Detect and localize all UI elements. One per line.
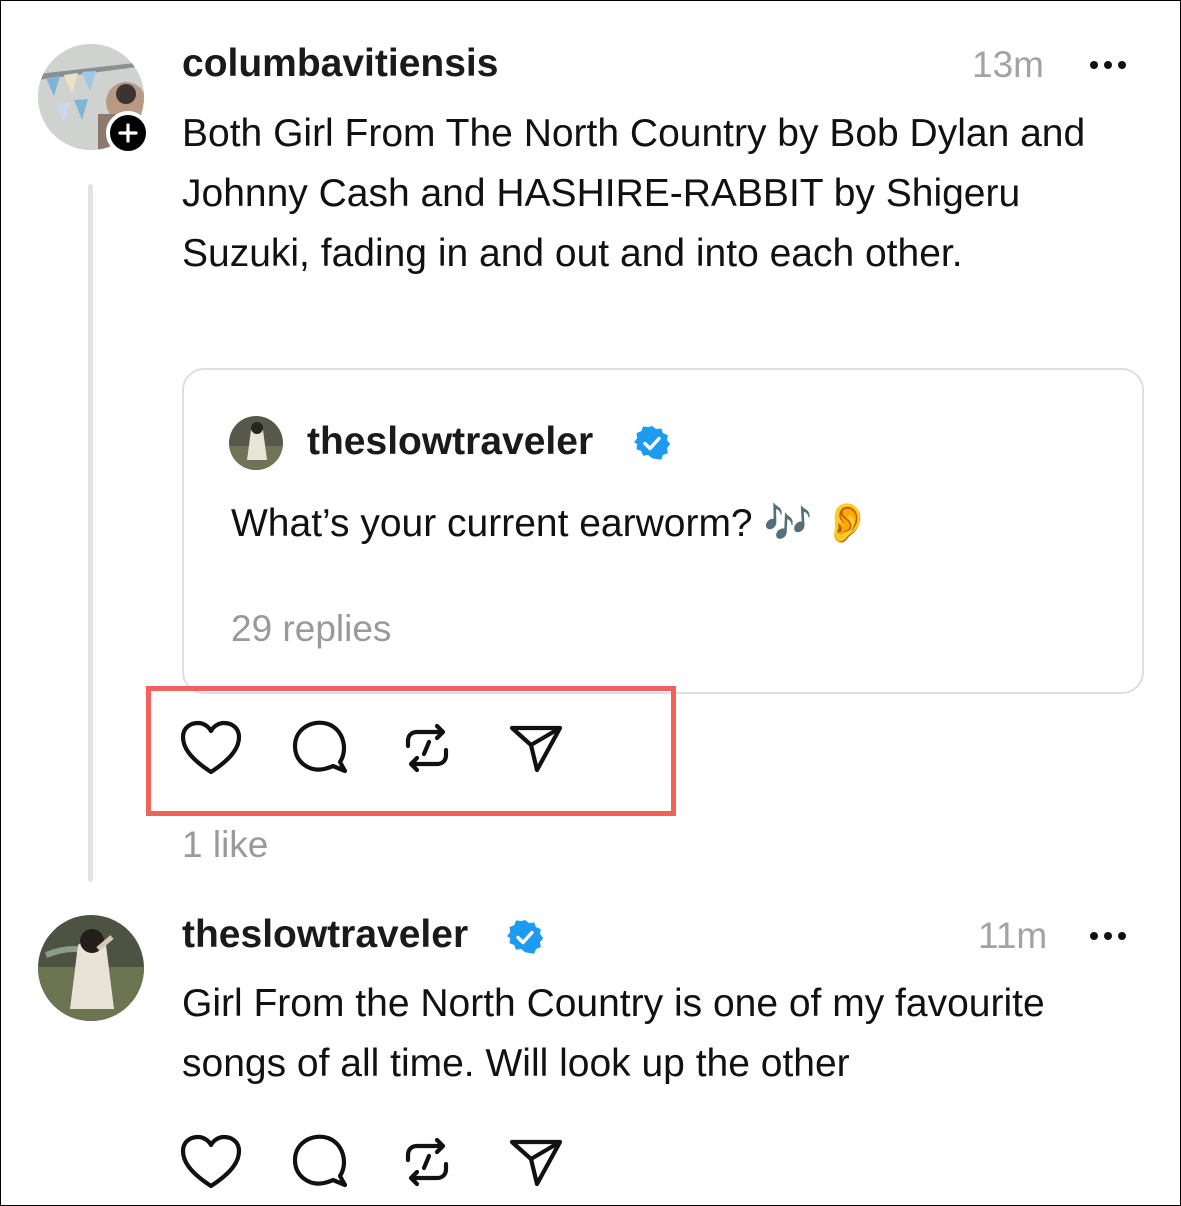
comment-button[interactable] — [288, 716, 352, 780]
quote-text: What’s your current earworm? 🎶 👂 — [231, 502, 872, 545]
share-icon — [509, 725, 563, 773]
reply-comment-button[interactable] — [288, 1130, 352, 1194]
share-button[interactable] — [504, 716, 568, 780]
reply-username[interactable]: theslowtraveler — [182, 913, 468, 957]
post-time: 13m — [972, 44, 1044, 85]
quote-avatar[interactable] — [229, 416, 283, 470]
reply-time: 11m — [978, 915, 1048, 956]
quote-replies[interactable]: 29 replies — [231, 608, 391, 650]
quote-username[interactable]: theslowtraveler — [307, 420, 593, 464]
reply-text: Girl From the North Country is one of my… — [182, 982, 1045, 1085]
like-button[interactable] — [179, 716, 243, 780]
post-like-count[interactable]: 1 like — [182, 824, 268, 866]
post-text: Both Girl From The North Country by Bob … — [182, 112, 1086, 275]
comment-icon — [292, 1134, 348, 1188]
heart-icon — [180, 720, 242, 775]
thread-line — [88, 184, 93, 882]
follow-plus-icon[interactable] — [106, 111, 150, 155]
repost-icon — [405, 723, 449, 773]
reply-share-button[interactable] — [504, 1130, 568, 1194]
reply-avatar[interactable] — [38, 915, 144, 1021]
repost-icon — [405, 1137, 449, 1187]
reply-more-icon[interactable] — [1090, 932, 1126, 940]
comment-icon — [292, 720, 348, 774]
share-icon — [509, 1139, 563, 1187]
reply-repost-button[interactable] — [395, 1130, 459, 1194]
post-username[interactable]: columbavitiensis — [182, 42, 498, 86]
verified-icon — [507, 919, 543, 954]
verified-icon — [634, 425, 670, 460]
repost-button[interactable] — [395, 716, 459, 780]
reply-like-button[interactable] — [179, 1130, 243, 1194]
post-more-icon[interactable] — [1090, 61, 1126, 69]
heart-icon — [180, 1134, 242, 1189]
